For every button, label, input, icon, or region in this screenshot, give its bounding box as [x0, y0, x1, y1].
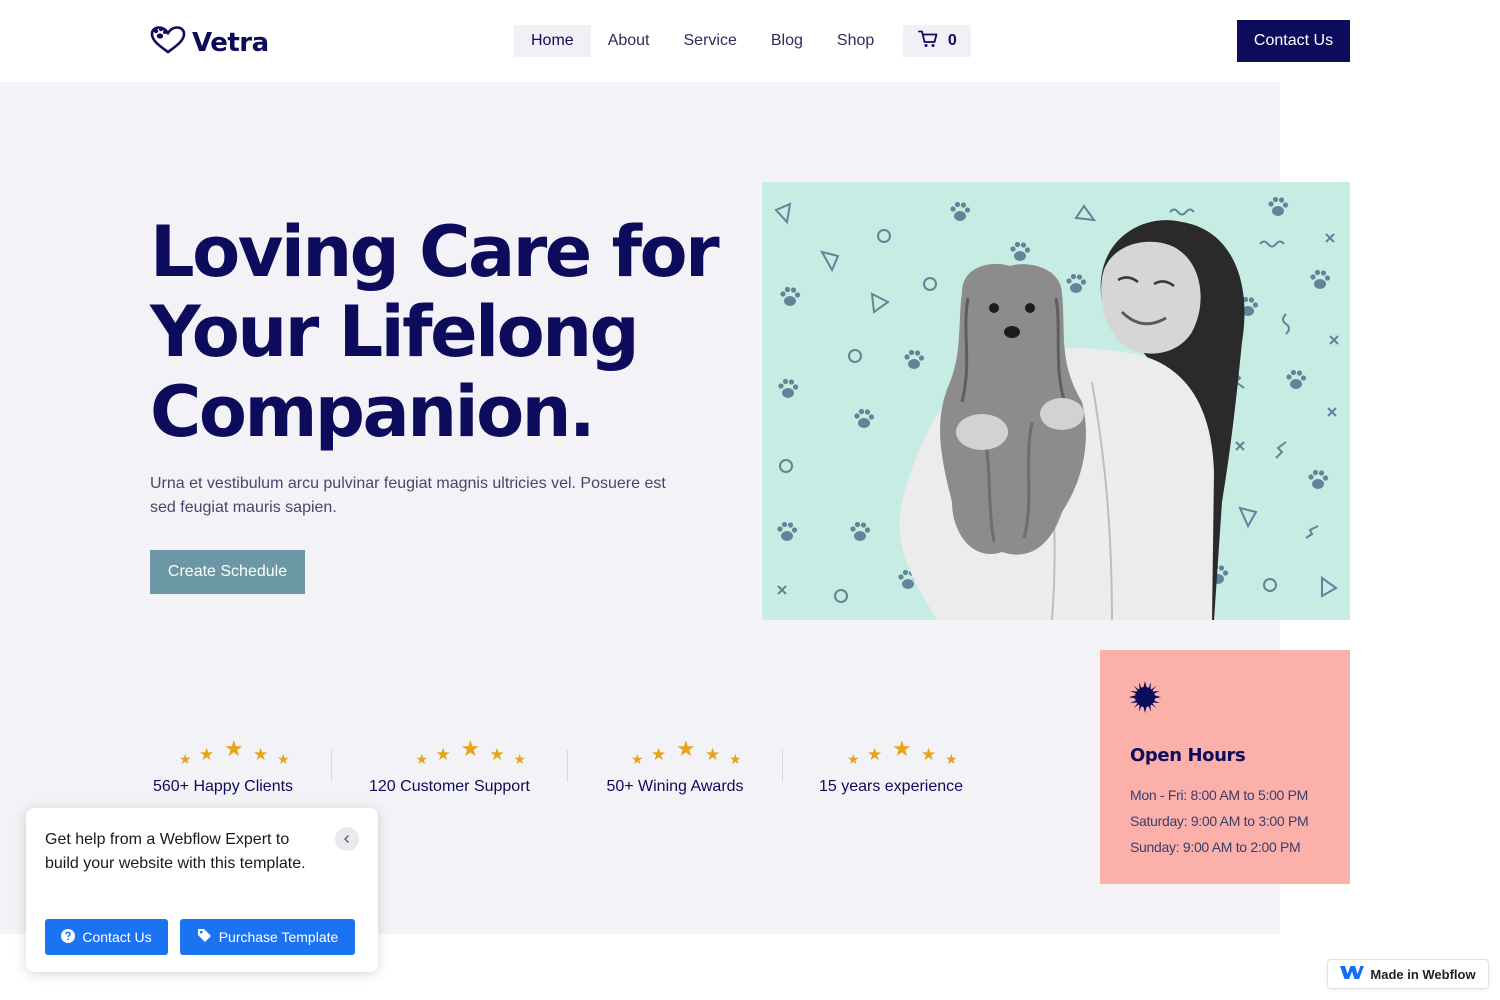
stat-label: 120 Customer Support [369, 778, 530, 795]
star-icon: ★ [253, 745, 269, 764]
main-nav: Home About Service Blog Shop 0 [514, 25, 972, 57]
cart-icon [917, 30, 938, 53]
star-icon: ★ [224, 736, 244, 761]
star-icon: ★ [729, 751, 742, 767]
nav-item-about[interactable]: About [591, 25, 667, 57]
star-icon: ★ [651, 745, 667, 764]
popup-text: Get help from a Webflow Expert to build … [45, 831, 306, 872]
stat-customer-support: ★ ★ ★ ★ ★ 120 Customer Support [367, 738, 532, 796]
star-icon: ★ [892, 736, 912, 761]
star-icon: ★ [705, 745, 721, 764]
webflow-logo-icon [1340, 965, 1365, 983]
stat-happy-clients: ★ ★ ★ ★ ★ 560+ Happy Clients [150, 738, 296, 796]
hours-line: Mon - Fri: 8:00 AM to 5:00 PM [1130, 787, 1309, 803]
stat-divider [567, 750, 568, 782]
stat-years-experience: ★ ★ ★ ★ ★ 15 years experience [818, 738, 964, 796]
hero-title-line: Loving Care for [150, 211, 720, 293]
badge-label: Made in Webflow [1370, 966, 1476, 982]
popup-contact-button[interactable]: Contact Us [45, 919, 168, 955]
site-header: Vetra Home About Service Blog Shop 0 Con… [0, 0, 1500, 82]
star-icon: ★ [631, 751, 644, 767]
star-icon: ★ [847, 751, 860, 767]
tag-icon [197, 928, 212, 946]
nav-item-home[interactable]: Home [514, 25, 591, 57]
vet-with-dog-illustration [774, 196, 1339, 620]
logo-text: Vetra [192, 27, 269, 58]
star-icon: ★ [867, 745, 883, 764]
hero-title: Loving Care for Your Lifelong Companion. [150, 212, 750, 452]
star-rating: ★ ★ ★ ★ ★ [615, 736, 742, 770]
hours-line: Sunday: 9:00 AM to 2:00 PM [1130, 839, 1301, 855]
stat-divider [331, 750, 332, 782]
contact-us-button[interactable]: Contact Us [1237, 20, 1350, 62]
star-icon: ★ [435, 745, 451, 764]
open-hours-card: Open Hours Mon - Fri: 8:00 AM to 5:00 PM… [1100, 650, 1350, 884]
star-rating: ★ ★ ★ ★ ★ [390, 736, 527, 770]
star-rating: ★ ★ ★ ★ ★ [163, 736, 290, 770]
logo[interactable]: Vetra [150, 26, 269, 59]
star-icon: ★ [489, 745, 505, 764]
chevron-left-icon [342, 831, 352, 847]
hero-title-line: Companion. [150, 371, 596, 453]
star-icon: ★ [921, 745, 937, 764]
star-icon: ★ [460, 736, 481, 761]
nav-item-blog[interactable]: Blog [754, 25, 820, 57]
cart-button[interactable]: 0 [903, 25, 972, 57]
hero-image [762, 182, 1350, 620]
open-hours-title: Open Hours [1130, 745, 1246, 766]
heart-paw-logo-icon [150, 26, 186, 59]
sunburst-icon [1129, 681, 1161, 718]
create-schedule-button[interactable]: Create Schedule [150, 550, 305, 594]
star-icon: ★ [945, 751, 958, 767]
hero-description: Urna et vestibulum arcu pulvinar feugiat… [150, 475, 666, 516]
star-icon: ★ [199, 745, 215, 764]
cart-count: 0 [947, 32, 957, 49]
question-circle-icon [61, 928, 76, 946]
star-icon: ★ [277, 751, 290, 767]
hours-line: Saturday: 9:00 AM to 3:00 PM [1130, 813, 1309, 829]
stat-label: 15 years experience [818, 778, 964, 795]
stat-label: 560+ Happy Clients [152, 778, 294, 795]
star-icon: ★ [179, 751, 192, 767]
star-icon: ★ [513, 751, 527, 767]
made-in-webflow-badge[interactable]: Made in Webflow [1327, 959, 1489, 989]
purchase-template-button[interactable]: Purchase Template [180, 919, 355, 955]
stat-label: 50+ Wining Awards [606, 778, 744, 795]
star-icon: ★ [415, 751, 429, 767]
purchase-template-label: Purchase Template [218, 929, 339, 945]
hero-title-line: Your Lifelong [150, 291, 640, 373]
stat-wining-awards: ★ ★ ★ ★ ★ 50+ Wining Awards [603, 738, 747, 796]
star-rating: ★ ★ ★ ★ ★ [831, 736, 958, 770]
nav-item-service[interactable]: Service [667, 25, 754, 57]
stat-divider [782, 750, 783, 782]
webflow-help-popup: Get help from a Webflow Expert to build … [26, 808, 378, 972]
nav-item-shop[interactable]: Shop [820, 25, 891, 57]
star-icon: ★ [676, 736, 696, 761]
collapse-popup-button[interactable] [335, 827, 359, 851]
popup-contact-label: Contact Us [82, 929, 152, 945]
